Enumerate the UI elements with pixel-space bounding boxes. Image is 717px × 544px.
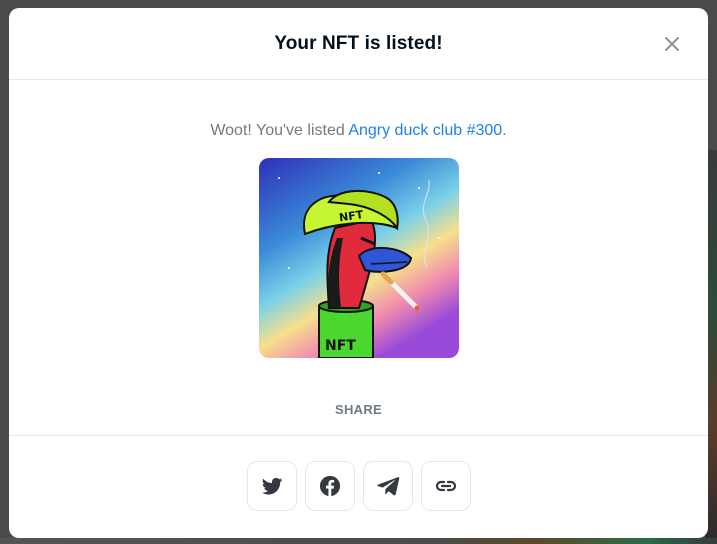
close-icon [665, 37, 679, 51]
share-buttons [9, 461, 708, 511]
share-twitter-button[interactable] [246, 461, 297, 511]
listing-message: Woot! You've listed Angry duck club #300… [9, 122, 708, 140]
nft-image: NFT NFT [258, 158, 459, 358]
share-divider [9, 435, 708, 436]
modal-title: Your NFT is listed! [274, 32, 443, 54]
background-page-bottom [0, 538, 717, 544]
nft-name-link[interactable]: Angry duck club #300 [348, 122, 502, 139]
message-prefix: Woot! You've listed [210, 122, 349, 139]
link-icon [435, 480, 456, 492]
share-telegram-button[interactable] [362, 461, 413, 511]
message-suffix: . [502, 122, 507, 139]
facebook-icon [319, 475, 340, 497]
modal-header: Your NFT is listed! [9, 8, 708, 80]
close-button[interactable] [662, 34, 682, 54]
svg-text:NFT: NFT [325, 338, 356, 354]
telegram-icon [376, 477, 399, 496]
share-label: SHARE [334, 402, 382, 417]
copy-link-button[interactable] [420, 461, 471, 511]
twitter-icon [261, 477, 282, 495]
listing-success-modal: Your NFT is listed! Woot! You've listed … [9, 8, 708, 538]
share-facebook-button[interactable] [304, 461, 355, 511]
